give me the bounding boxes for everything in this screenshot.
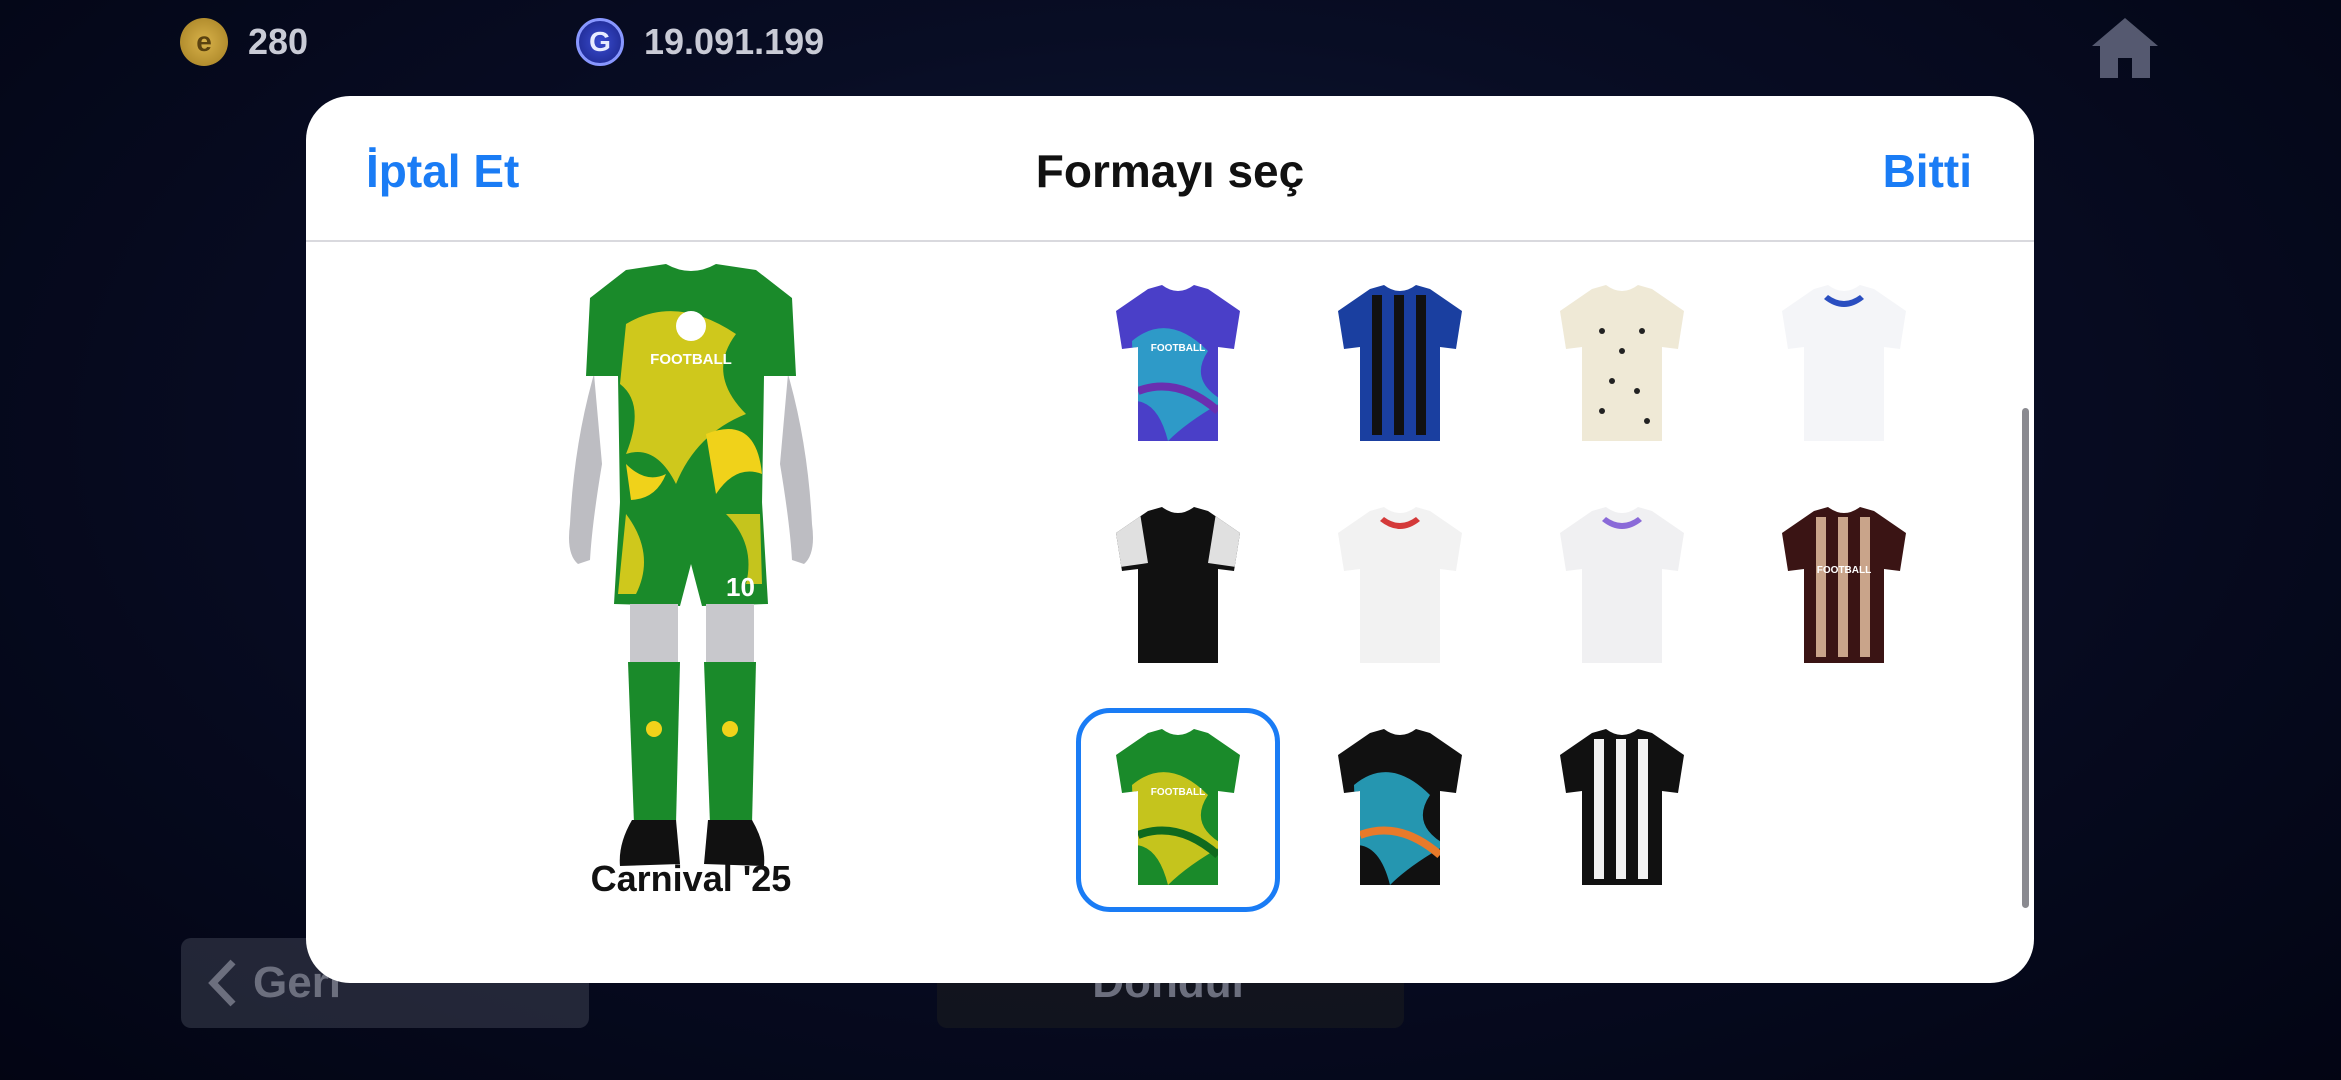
kit-option-7[interactable] — [1520, 486, 1724, 690]
kit-shirt-icon — [1338, 507, 1462, 663]
kit-option-10[interactable] — [1298, 708, 1502, 912]
gp-value: 19.091.199 — [644, 21, 825, 62]
kit-shirt-icon — [1560, 285, 1684, 441]
kit-shirt-icon — [1782, 285, 1906, 441]
kit-shirt-icon: FOOTBALL — [1116, 729, 1240, 885]
kit-option-8[interactable]: FOOTBALL — [1742, 486, 1946, 690]
kit-option-11[interactable] — [1520, 708, 1724, 912]
kit-shirt-icon — [1338, 285, 1462, 441]
dialog-header: İptal Et Formayı seç Bitti — [306, 96, 2034, 242]
kit-select-dialog: İptal Et Formayı seç Bitti FOOTBALL 10 C… — [306, 96, 2034, 983]
kit-grid-scrollbar[interactable] — [2022, 408, 2029, 908]
coin-balance: e 280 — [180, 18, 308, 66]
kit-option-1[interactable]: FOOTBALL — [1076, 264, 1280, 468]
kit-option-6[interactable] — [1298, 486, 1502, 690]
kit-preview-mannequin: FOOTBALL 10 — [569, 264, 813, 866]
svg-text:FOOTBALL: FOOTBALL — [1151, 787, 1205, 798]
gp-balance: G 19.091.199 — [576, 18, 824, 66]
dialog-title: Formayı seç — [1035, 145, 1305, 197]
kit-shirt-icon — [1338, 729, 1462, 885]
svg-text:FOOTBALL: FOOTBALL — [1817, 565, 1871, 576]
kit-option-3[interactable] — [1520, 264, 1724, 468]
selected-kit-name: Carnival '25 — [590, 858, 792, 899]
coin-value: 280 — [248, 21, 309, 62]
preview-shirt-number: 10 — [726, 572, 755, 602]
kit-shirt-icon — [1560, 507, 1684, 663]
kit-option-2[interactable] — [1298, 264, 1502, 468]
kit-shirt-icon: FOOTBALL — [1116, 285, 1240, 441]
kit-shirt-icon: FOOTBALL — [1782, 507, 1906, 663]
svg-text:FOOTBALL: FOOTBALL — [1151, 343, 1205, 354]
top-bar: e 280 G 19.091.199 — [0, 0, 2341, 90]
kit-option-4[interactable] — [1742, 264, 1946, 468]
home-icon[interactable] — [2090, 16, 2160, 80]
kit-shirt-icon — [1560, 729, 1684, 885]
efootball-coin-icon: e — [180, 18, 228, 66]
kit-option-5[interactable] — [1076, 486, 1280, 690]
preview-sponsor-text: FOOTBALL — [650, 351, 732, 368]
kit-option-9[interactable]: FOOTBALL — [1076, 708, 1280, 912]
chevron-left-icon — [208, 959, 236, 1007]
done-button[interactable]: Bitti — [1883, 144, 1972, 198]
gp-coin-icon: G — [576, 18, 624, 66]
kit-shirt-icon — [1116, 507, 1240, 663]
